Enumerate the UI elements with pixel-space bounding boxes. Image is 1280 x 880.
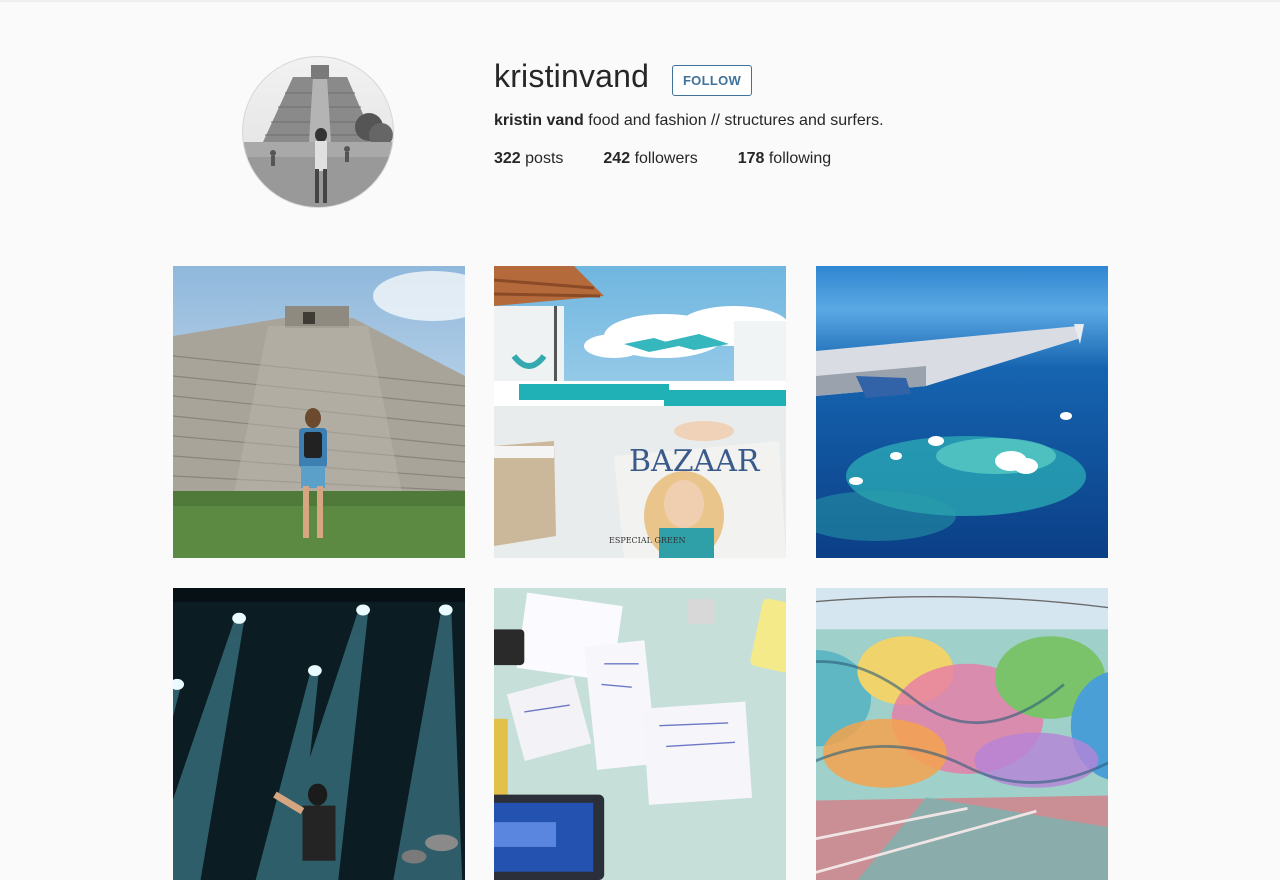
following-label: following [768,150,832,167]
followers-label: followers [634,150,698,167]
magazine-cover-line: ESPECIAL GREEN [609,536,686,545]
post-thumbnail-6[interactable] [816,588,1108,880]
posts-count: 322 [494,150,521,167]
followers-stat[interactable]: 242 followers [603,150,697,168]
follow-button[interactable]: FOLLOW [672,65,752,96]
profile-username: kristinvand [494,58,650,94]
desk-work-photo [494,588,786,880]
profile-bio-text: food and fashion // structures and surfe… [588,112,884,129]
following-count: 178 [737,150,765,167]
posts-stat: 322 posts [494,150,563,168]
post-thumbnail-1[interactable] [173,266,465,558]
airplane-wing-photo [816,266,1108,558]
followers-count: 242 [603,150,631,167]
ruins-photo [173,266,465,558]
street-mural-photo [816,588,1108,880]
poolside-magazine-photo: BAZAAR ESPECIAL GREEN [494,266,786,558]
post-thumbnail-4[interactable] [173,588,465,880]
posts-label: posts [525,150,564,167]
post-thumbnail-3[interactable] [816,266,1108,558]
top-divider [0,0,1280,2]
profile-bio: kristin vand food and fashion // structu… [494,112,884,130]
profile-stats: 322 posts 242 followers 178 following [494,150,871,168]
post-thumbnail-5[interactable] [494,588,786,880]
profile-avatar [242,56,394,208]
following-stat[interactable]: 178 following [738,150,831,168]
concert-photo [173,588,465,880]
profile-full-name: kristin vand [494,112,584,129]
post-thumbnail-2[interactable]: BAZAAR ESPECIAL GREEN [494,266,786,558]
